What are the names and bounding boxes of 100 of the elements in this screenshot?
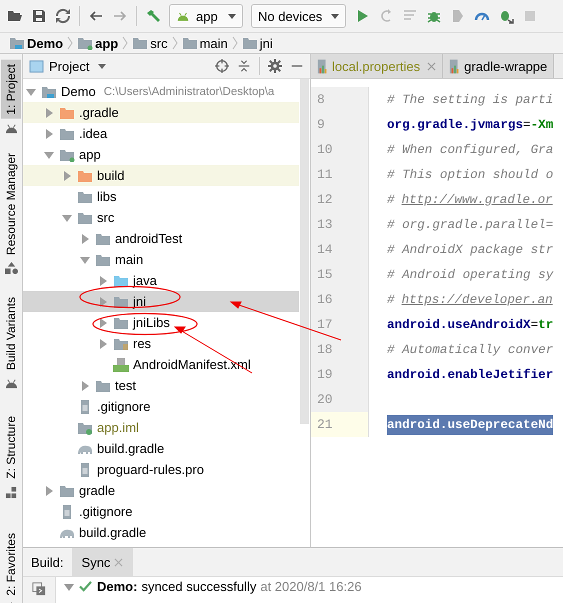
tree-row[interactable]: jni <box>23 291 299 312</box>
caret-icon <box>98 64 106 68</box>
expand-arrow-icon[interactable] <box>44 150 54 160</box>
folder-icon <box>77 36 94 50</box>
tree-row[interactable]: proguard-rules.pro <box>23 459 299 480</box>
expand-arrow-icon[interactable] <box>80 380 90 390</box>
folder-icon <box>113 316 129 330</box>
tree-row[interactable]: app.iml <box>23 417 299 438</box>
tool-window-tab[interactable]: Z: Structure <box>1 412 21 483</box>
folder-icon <box>77 190 93 204</box>
chevron-icon <box>122 36 128 50</box>
scrollbar[interactable] <box>300 79 309 424</box>
line-number: 10 <box>311 137 369 162</box>
breadcrumb-item[interactable]: src <box>132 36 168 50</box>
tree-row[interactable]: androidTest <box>23 228 299 249</box>
stop-icon[interactable] <box>522 8 538 24</box>
tree-row[interactable]: res <box>23 333 299 354</box>
tool-window-tab[interactable]: 2: Favorites <box>1 528 21 600</box>
breadcrumb-item[interactable]: Demo <box>9 36 64 50</box>
expand-arrow-icon[interactable] <box>98 276 108 286</box>
run-configuration-dropdown[interactable]: app <box>169 4 243 28</box>
settings-icon[interactable] <box>268 59 282 73</box>
tree-row[interactable]: gradle <box>23 480 299 501</box>
tool-window-tab[interactable]: Resource Manager <box>1 148 21 259</box>
build-label: Build: <box>30 554 65 570</box>
folder-icon <box>95 252 111 266</box>
tree-row[interactable]: jniLibs <box>23 312 299 333</box>
hammer-icon[interactable] <box>145 8 161 24</box>
tree-row[interactable]: java <box>23 270 299 291</box>
expand-arrow-icon[interactable] <box>80 254 90 264</box>
apply-changes-icon[interactable] <box>378 8 394 24</box>
device-dropdown[interactable]: No devices <box>251 4 346 28</box>
window-icon <box>29 60 44 72</box>
expand-arrow-icon[interactable] <box>44 486 54 496</box>
check-icon <box>79 581 92 592</box>
tree-row[interactable]: .gradle <box>23 102 299 123</box>
caret-icon <box>331 14 339 18</box>
close-icon[interactable] <box>114 558 124 566</box>
line-number: 16 <box>311 287 369 312</box>
android-icon <box>4 122 18 135</box>
tree-item-label: jni <box>133 294 146 309</box>
properties-file-icon <box>317 58 329 74</box>
editor-tab[interactable]: gradle-wrappe <box>443 54 554 78</box>
tree-row[interactable]: src <box>23 207 299 228</box>
breadcrumb-item[interactable]: main <box>182 36 228 50</box>
tree-item-label: proguard-rules.pro <box>97 462 204 477</box>
line-number: 17 <box>311 312 369 337</box>
tree-row[interactable]: Demo C:\Users\Administrator\Desktop\a <box>23 81 299 102</box>
breadcrumb-item[interactable]: jni <box>242 36 273 50</box>
code-line: # http://www.gradle.or <box>387 192 553 208</box>
expand-arrow-icon[interactable] <box>44 128 54 138</box>
tree-row[interactable]: build <box>23 165 299 186</box>
code-line: org.gradle.jvmargs=-Xm <box>387 116 554 134</box>
line-number: 9 <box>311 112 369 137</box>
sync-tab[interactable]: Sync <box>72 548 134 576</box>
tree-row[interactable]: build.gradle <box>23 438 299 459</box>
folder-icon <box>132 36 148 50</box>
tree-item-label: jniLibs <box>133 315 170 330</box>
expand-arrow-icon[interactable] <box>44 108 54 118</box>
attach-debugger-icon[interactable] <box>498 8 514 24</box>
console-icon[interactable] <box>32 582 46 596</box>
expand-arrow-icon[interactable] <box>64 582 74 592</box>
tree-row[interactable]: .gitignore <box>23 396 299 417</box>
locate-icon[interactable] <box>215 59 229 73</box>
collapse-all-icon[interactable] <box>237 59 251 73</box>
expand-arrow-icon[interactable] <box>62 170 72 180</box>
tool-window-tab[interactable]: 1: Project <box>1 60 21 119</box>
folder-icon <box>113 294 129 308</box>
close-icon[interactable] <box>427 62 436 70</box>
expand-arrow-icon[interactable] <box>98 338 108 348</box>
expand-arrow-icon[interactable] <box>98 296 108 306</box>
line-number: 21 <box>311 412 369 437</box>
folder-icon <box>59 126 75 140</box>
project-view-dropdown[interactable]: Project <box>29 58 106 74</box>
expand-arrow-icon[interactable] <box>80 234 90 244</box>
open-folder-icon[interactable] <box>7 8 23 24</box>
tool-window-tab[interactable]: Build Variants <box>1 292 21 374</box>
folder-icon <box>182 36 198 50</box>
manifest-file-icon <box>113 358 129 372</box>
tree-row[interactable]: test <box>23 375 299 396</box>
android-icon <box>4 376 18 390</box>
tree-row[interactable]: .gitignore <box>23 501 299 522</box>
breadcrumb-item[interactable]: app <box>77 36 118 50</box>
tree-row[interactable]: .idea <box>23 123 299 144</box>
expand-arrow-icon[interactable] <box>98 318 108 328</box>
folder-icon <box>77 168 93 182</box>
tree-row[interactable]: libs <box>23 186 299 207</box>
line-number: 12 <box>311 187 369 212</box>
save-icon[interactable] <box>31 8 47 24</box>
shapes-icon <box>4 262 18 275</box>
expand-arrow-icon[interactable] <box>62 212 72 222</box>
expand-arrow-icon[interactable] <box>26 86 36 96</box>
code-line: # AndroidX package str <box>387 242 554 258</box>
tree-row[interactable]: main <box>23 249 299 270</box>
tree-row[interactable]: build.gradle <box>23 522 299 543</box>
tree-item-label: libs <box>97 189 117 204</box>
sync-icon[interactable] <box>55 8 71 24</box>
tree-item-label: .gitignore <box>79 504 132 519</box>
tree-row[interactable]: app <box>23 144 299 165</box>
folder-icon <box>59 484 75 498</box>
